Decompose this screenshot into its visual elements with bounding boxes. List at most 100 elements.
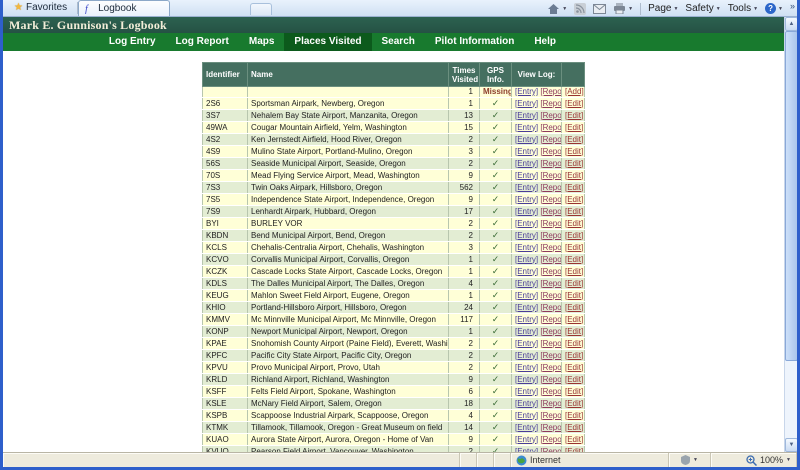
zoom-control[interactable]: 100% ▼ bbox=[711, 453, 797, 467]
entry-link[interactable]: [Entry] bbox=[515, 243, 538, 252]
entry-link[interactable]: [Entry] bbox=[515, 99, 538, 108]
report-link[interactable]: [Report] bbox=[540, 351, 560, 360]
entry-link[interactable]: [Entry] bbox=[515, 315, 538, 324]
home-button[interactable]: ▼ bbox=[547, 3, 567, 15]
report-link[interactable]: [Report] bbox=[540, 135, 560, 144]
edit-link[interactable]: [Edit] bbox=[565, 195, 583, 204]
nav-item-maps[interactable]: Maps bbox=[239, 33, 285, 51]
scroll-down-arrow-icon[interactable]: ▼ bbox=[785, 438, 797, 452]
help-menu-button[interactable]: ? ▼ bbox=[765, 3, 783, 14]
entry-link[interactable]: [Entry] bbox=[515, 327, 538, 336]
report-link[interactable]: [Report] bbox=[540, 88, 560, 97]
report-link[interactable]: [Report] bbox=[540, 435, 560, 444]
entry-link[interactable]: [Entry] bbox=[515, 219, 538, 228]
scroll-up-arrow-icon[interactable]: ▲ bbox=[785, 17, 797, 31]
report-link[interactable]: [Report] bbox=[540, 99, 560, 108]
report-link[interactable]: [Report] bbox=[540, 303, 560, 312]
entry-link[interactable]: [Entry] bbox=[515, 279, 538, 288]
edit-link[interactable]: [Edit] bbox=[565, 339, 583, 348]
report-link[interactable]: [Report] bbox=[540, 231, 560, 240]
edit-link[interactable]: [Edit] bbox=[565, 291, 583, 300]
edit-link[interactable]: [Edit] bbox=[565, 219, 583, 228]
edit-link[interactable]: [Edit] bbox=[565, 399, 583, 408]
report-link[interactable]: [Report] bbox=[540, 267, 560, 276]
entry-link[interactable]: [Entry] bbox=[515, 363, 538, 372]
edit-link[interactable]: [Edit] bbox=[565, 171, 583, 180]
nav-item-log-report[interactable]: Log Report bbox=[166, 33, 239, 51]
entry-link[interactable]: [Entry] bbox=[515, 135, 538, 144]
entry-link[interactable]: [Entry] bbox=[515, 111, 538, 120]
edit-link[interactable]: [Edit] bbox=[565, 123, 583, 132]
edit-link[interactable]: [Edit] bbox=[565, 411, 583, 420]
vertical-scrollbar[interactable]: ▲ ▼ bbox=[784, 17, 797, 452]
report-link[interactable]: [Report] bbox=[540, 171, 560, 180]
edit-link[interactable]: [Edit] bbox=[565, 111, 583, 120]
safety-menu-button[interactable]: Safety ▼ bbox=[685, 3, 720, 14]
entry-link[interactable]: [Entry] bbox=[515, 351, 538, 360]
report-link[interactable]: [Report] bbox=[540, 339, 560, 348]
report-link[interactable]: [Report] bbox=[540, 387, 560, 396]
edit-link[interactable]: [Edit] bbox=[565, 303, 583, 312]
edit-link[interactable]: [Edit] bbox=[565, 243, 583, 252]
entry-link[interactable]: [Entry] bbox=[515, 411, 538, 420]
feeds-button[interactable] bbox=[574, 2, 587, 15]
edit-link[interactable]: [Edit] bbox=[565, 387, 583, 396]
edit-link[interactable]: [Edit] bbox=[565, 159, 583, 168]
edit-link[interactable]: [Edit] bbox=[565, 147, 583, 156]
edit-link[interactable]: [Edit] bbox=[565, 435, 583, 444]
print-button[interactable]: ▼ bbox=[613, 3, 633, 14]
report-link[interactable]: [Report] bbox=[540, 111, 560, 120]
edit-link[interactable]: [Edit] bbox=[565, 279, 583, 288]
entry-link[interactable]: [Entry] bbox=[515, 267, 538, 276]
entry-link[interactable]: [Entry] bbox=[515, 195, 538, 204]
entry-link[interactable]: [Entry] bbox=[515, 231, 538, 240]
nav-item-log-entry[interactable]: Log Entry bbox=[99, 33, 166, 51]
entry-link[interactable]: [Entry] bbox=[515, 171, 538, 180]
entry-link[interactable]: [Entry] bbox=[515, 303, 538, 312]
report-link[interactable]: [Report] bbox=[540, 255, 560, 264]
protected-mode-button[interactable]: ▼ bbox=[669, 453, 711, 467]
edit-link[interactable]: [Edit] bbox=[565, 375, 583, 384]
report-link[interactable]: [Report] bbox=[540, 291, 560, 300]
entry-link[interactable]: [Entry] bbox=[515, 435, 538, 444]
report-link[interactable]: [Report] bbox=[540, 147, 560, 156]
entry-link[interactable]: [Entry] bbox=[515, 423, 538, 432]
edit-link[interactable]: [Edit] bbox=[565, 99, 583, 108]
report-link[interactable]: [Report] bbox=[540, 207, 560, 216]
report-link[interactable]: [Report] bbox=[540, 411, 560, 420]
nav-item-search[interactable]: Search bbox=[372, 33, 425, 51]
read-mail-button[interactable] bbox=[593, 3, 607, 14]
report-link[interactable]: [Report] bbox=[540, 195, 560, 204]
entry-link[interactable]: [Entry] bbox=[515, 339, 538, 348]
entry-link[interactable]: [Entry] bbox=[515, 387, 538, 396]
report-link[interactable]: [Report] bbox=[540, 447, 560, 453]
tab-logbook[interactable]: f Logbook bbox=[78, 0, 171, 16]
report-link[interactable]: [Report] bbox=[540, 123, 560, 132]
nav-item-pilot-information[interactable]: Pilot Information bbox=[425, 33, 524, 51]
edit-link[interactable]: [Edit] bbox=[565, 207, 583, 216]
scrollbar-thumb[interactable] bbox=[785, 31, 797, 361]
add-link[interactable]: [Add] bbox=[565, 88, 584, 97]
tools-menu-button[interactable]: Tools ▼ bbox=[728, 3, 758, 14]
entry-link[interactable]: [Entry] bbox=[515, 159, 538, 168]
report-link[interactable]: [Report] bbox=[540, 279, 560, 288]
entry-link[interactable]: [Entry] bbox=[515, 183, 538, 192]
report-link[interactable]: [Report] bbox=[540, 243, 560, 252]
entry-link[interactable]: [Entry] bbox=[515, 88, 538, 97]
favorites-button[interactable]: ★ Favorites bbox=[6, 0, 75, 15]
nav-item-help[interactable]: Help bbox=[524, 33, 566, 51]
entry-link[interactable]: [Entry] bbox=[515, 147, 538, 156]
edit-link[interactable]: [Edit] bbox=[565, 351, 583, 360]
entry-link[interactable]: [Entry] bbox=[515, 255, 538, 264]
entry-link[interactable]: [Entry] bbox=[515, 399, 538, 408]
new-tab-button[interactable] bbox=[250, 3, 273, 15]
overflow-chevron[interactable]: » bbox=[790, 1, 795, 11]
entry-link[interactable]: [Entry] bbox=[515, 447, 538, 453]
edit-link[interactable]: [Edit] bbox=[565, 267, 583, 276]
entry-link[interactable]: [Entry] bbox=[515, 123, 538, 132]
edit-link[interactable]: [Edit] bbox=[565, 447, 583, 453]
entry-link[interactable]: [Entry] bbox=[515, 291, 538, 300]
report-link[interactable]: [Report] bbox=[540, 219, 560, 228]
page-menu-button[interactable]: Page ▼ bbox=[648, 3, 678, 14]
edit-link[interactable]: [Edit] bbox=[565, 423, 583, 432]
